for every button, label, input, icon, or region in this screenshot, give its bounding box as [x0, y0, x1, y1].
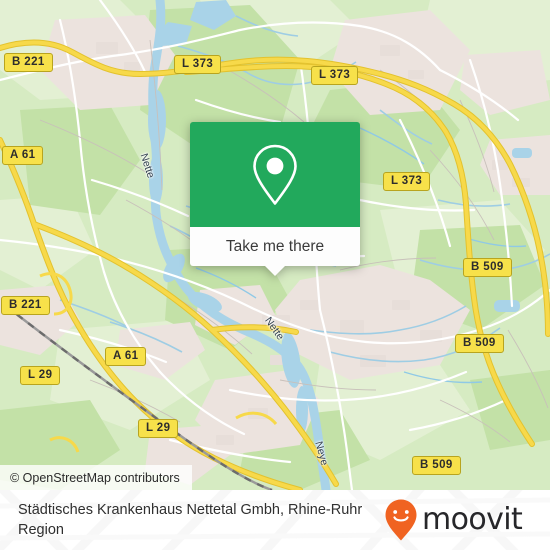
moovit-smiley-pin-icon: [385, 499, 417, 541]
attribution-text: © OpenStreetMap contributors: [10, 470, 180, 485]
take-me-there-label: Take me there: [225, 237, 325, 255]
road-shield: A 61: [105, 347, 147, 366]
map-pin-icon: [253, 144, 297, 205]
map-attribution: © OpenStreetMap contributors: [0, 465, 192, 490]
take-me-there-button[interactable]: Take me there: [190, 227, 360, 276]
moovit-map-card: B 221 L 373 L 373 A 61 L 373 B 509 B 221…: [0, 0, 550, 550]
road-shield: L 373: [174, 55, 222, 74]
road-shield: L 373: [383, 172, 431, 191]
road-shield: B 509: [463, 258, 512, 277]
road-shield: A 61: [2, 146, 44, 165]
footer-content: Städtisches Krankenhaus Nettetal Gmbh, R…: [0, 490, 550, 550]
moovit-brand: moovit: [384, 498, 523, 542]
popup-icon-area: [190, 122, 360, 227]
map-canvas[interactable]: B 221 L 373 L 373 A 61 L 373 B 509 B 221…: [0, 0, 550, 490]
location-popup-card[interactable]: Take me there: [190, 122, 360, 276]
moovit-wordmark: moovit: [422, 502, 523, 537]
road-shield: B 509: [412, 456, 461, 475]
road-shield: B 221: [4, 53, 53, 72]
road-shield: L 373: [311, 66, 359, 85]
popup-tail: [265, 266, 285, 276]
footer-bar: Städtisches Krankenhaus Nettetal Gmbh, R…: [0, 490, 550, 550]
place-caption: Städtisches Krankenhaus Nettetal Gmbh, R…: [18, 502, 363, 538]
road-shield: L 29: [20, 366, 61, 385]
road-shield: B 221: [1, 296, 50, 315]
road-shield: L 29: [138, 419, 179, 438]
road-shield: B 509: [455, 334, 504, 353]
